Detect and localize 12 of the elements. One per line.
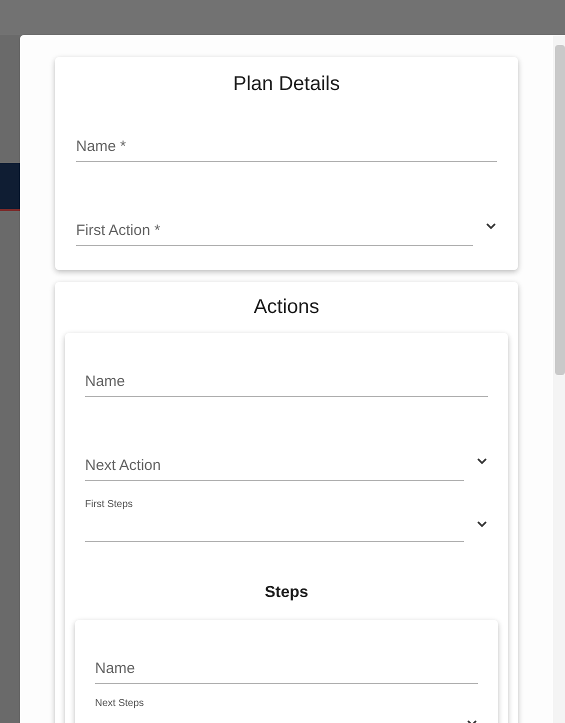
field-label: First Steps — [85, 499, 134, 510]
select-field[interactable]: Next Action — [85, 453, 464, 481]
name-field[interactable]: Name — [95, 656, 478, 684]
header-bar — [0, 163, 20, 211]
select-field[interactable]: First Action * — [76, 218, 473, 246]
name-field[interactable]: Name — [85, 369, 488, 397]
name-field[interactable]: Name * — [76, 134, 497, 162]
card-title: Plan Details — [233, 73, 340, 96]
scrollbar-thumb[interactable] — [555, 45, 565, 375]
card-title: Actions — [254, 296, 320, 319]
field-label: Next Steps — [95, 698, 145, 709]
section-title: Steps — [264, 584, 308, 602]
